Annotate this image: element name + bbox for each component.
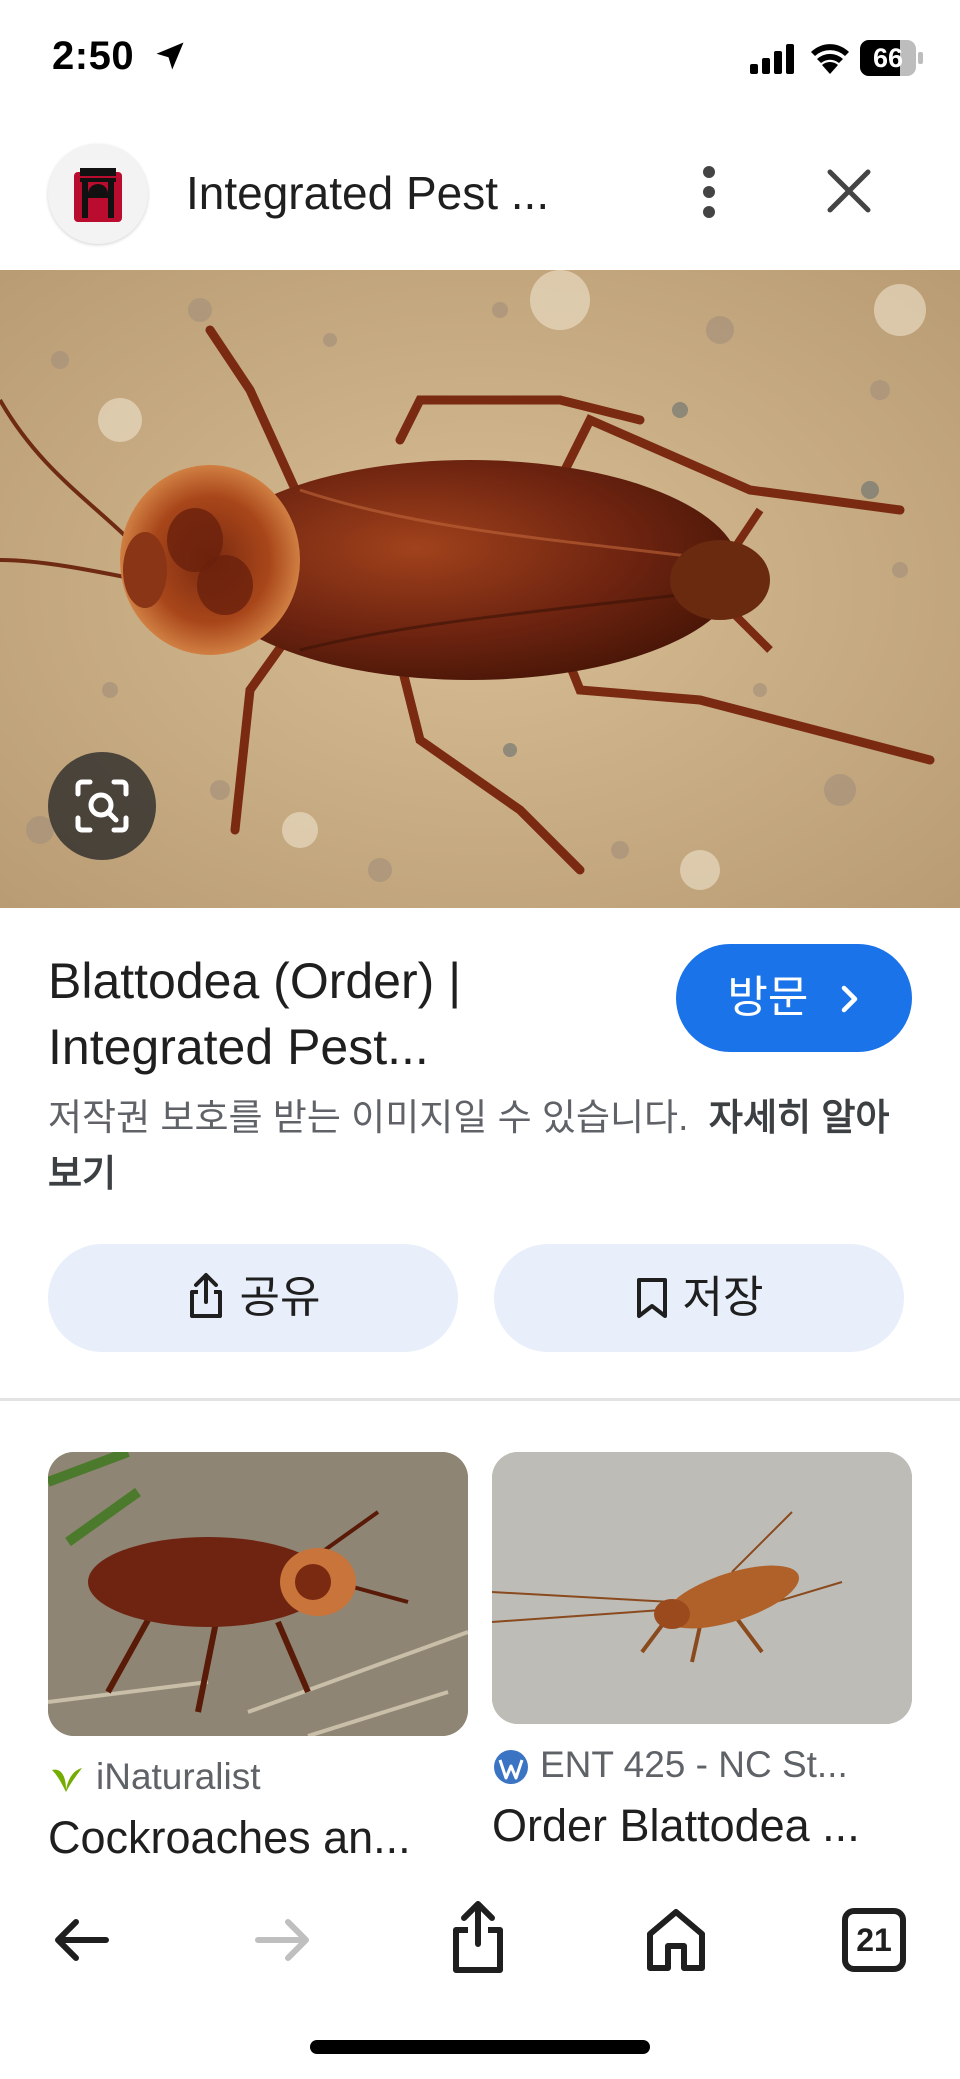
related-image-2 xyxy=(492,1452,912,1724)
visit-button[interactable]: 방문 xyxy=(676,944,912,1052)
visit-label: 방문 xyxy=(727,973,809,1022)
battery-level: 66 xyxy=(872,43,904,73)
wordpress-icon xyxy=(494,1750,528,1784)
status-time: 2:50 xyxy=(52,34,135,78)
tab-switcher-button[interactable]: 21 xyxy=(842,1908,906,1972)
back-arrow-icon[interactable] xyxy=(52,1916,112,1964)
save-button[interactable]: 저장 xyxy=(494,1244,904,1352)
related-thumbnail-2[interactable] xyxy=(492,1452,912,1724)
more-vert-icon[interactable] xyxy=(690,164,728,220)
site-favicon[interactable] xyxy=(48,144,148,244)
related-source-1: iNaturalist xyxy=(96,1756,261,1797)
lens-search-button[interactable] xyxy=(48,752,156,860)
share-icon xyxy=(189,1273,222,1318)
home-indicator xyxy=(310,2040,650,2054)
result-title[interactable]: Blattodea (Order) | Integrated Pest... xyxy=(48,948,648,1080)
wifi-icon xyxy=(811,44,849,74)
related-image-1 xyxy=(48,1452,468,1736)
bookmark-icon xyxy=(636,1278,667,1318)
share-label: 공유 xyxy=(239,1273,321,1322)
lens-search-icon xyxy=(75,779,129,833)
related-title-2[interactable]: Order Blattodea ... xyxy=(492,1800,912,1852)
copyright-text: 저작권 보호를 받는 이미지일 수 있습니다. xyxy=(48,1097,689,1138)
page-title: Integrated Pest ... xyxy=(186,167,550,219)
uga-arch-icon xyxy=(74,168,122,222)
result-title-line2: Integrated Pest... xyxy=(48,1019,429,1075)
location-arrow-icon xyxy=(156,42,184,70)
copyright-notice: 저작권 보호를 받는 이미지일 수 있습니다. 자세히 알아보기 xyxy=(48,1090,908,1202)
related-source-2: ENT 425 - NC St... xyxy=(540,1744,848,1785)
share-button[interactable]: 공유 xyxy=(48,1244,458,1352)
inaturalist-leaf-icon xyxy=(52,1768,82,1792)
related-thumbnail-1[interactable] xyxy=(48,1452,468,1736)
result-title-line1: Blattodea (Order) | xyxy=(48,953,462,1009)
forward-arrow-icon[interactable] xyxy=(252,1916,312,1964)
chevron-right-icon xyxy=(841,985,857,1013)
close-icon[interactable] xyxy=(826,168,872,214)
divider xyxy=(0,1398,960,1401)
home-icon[interactable] xyxy=(644,1906,708,1972)
share-page-icon[interactable] xyxy=(448,1900,508,1974)
cellular-signal-icon xyxy=(750,44,794,74)
save-label: 저장 xyxy=(682,1273,764,1322)
